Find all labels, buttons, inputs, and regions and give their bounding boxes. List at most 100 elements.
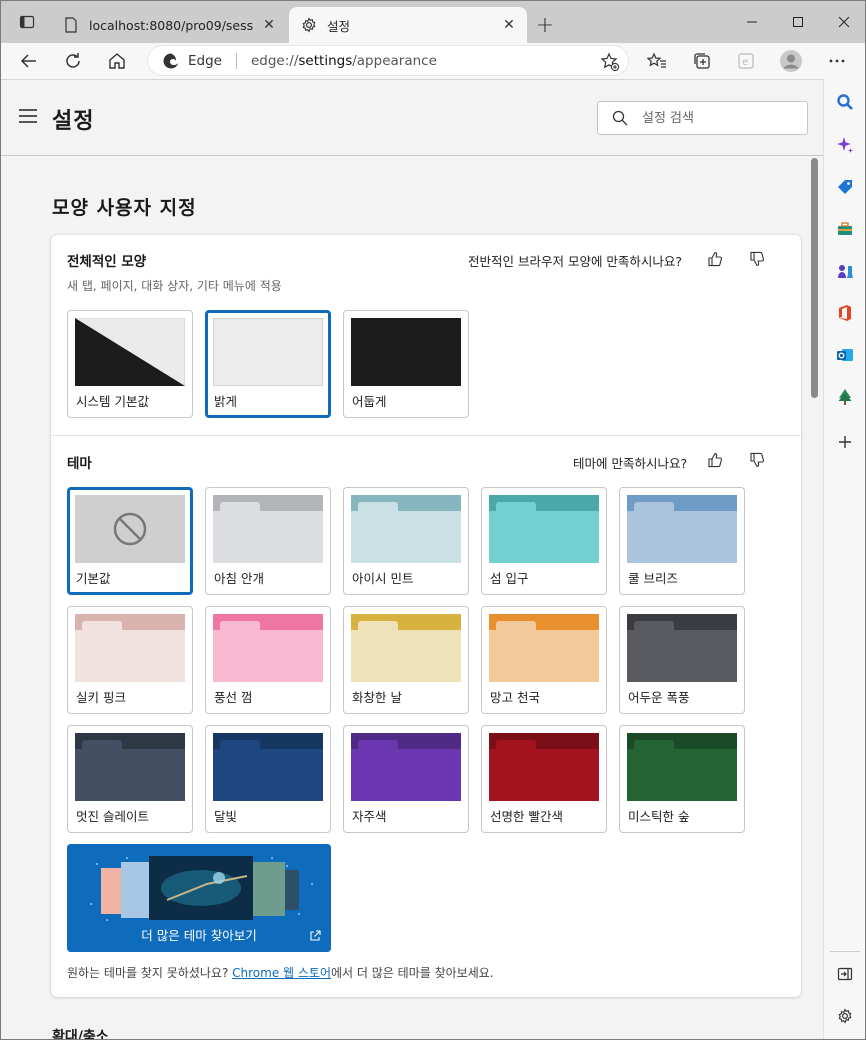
minimize-button[interactable] bbox=[729, 1, 775, 43]
appearance-option-label: 어둡게 bbox=[352, 394, 387, 409]
theme-option[interactable]: 화창한 날 bbox=[343, 606, 469, 714]
sidebar-search-button[interactable] bbox=[834, 91, 856, 113]
thumbs-down-button[interactable] bbox=[747, 450, 767, 470]
theme-option[interactable]: 아이시 민트 bbox=[343, 487, 469, 595]
light-preview bbox=[213, 318, 323, 386]
theme-option[interactable]: 풍선 껌 bbox=[205, 606, 331, 714]
theme-option[interactable]: 실키 핑크 bbox=[67, 606, 193, 714]
maximize-icon bbox=[793, 17, 803, 27]
theme-option-label: 풍선 껌 bbox=[214, 690, 253, 705]
sidebar-add-button[interactable] bbox=[834, 431, 856, 453]
theme-option[interactable]: 선명한 빨간색 bbox=[481, 725, 607, 833]
tab-actions-button[interactable] bbox=[9, 1, 45, 43]
more-themes-button[interactable]: 더 많은 테마 찾아보기 bbox=[67, 844, 331, 952]
settings-search[interactable] bbox=[597, 101, 808, 135]
theme-option-label: 멋진 슬레이트 bbox=[76, 809, 149, 824]
maximize-button[interactable] bbox=[775, 1, 821, 43]
navigation-toolbar: Edge edge://settings/appearance e bbox=[1, 43, 865, 79]
more-menu-button[interactable] bbox=[821, 45, 853, 77]
tab-localhost[interactable]: localhost:8080/pro09/sess ✕ bbox=[51, 7, 287, 43]
appearance-option-dark[interactable]: 어둡게 bbox=[343, 310, 469, 418]
outlook-icon bbox=[837, 349, 853, 361]
more-themes-label: 더 많은 테마 찾아보기 bbox=[141, 928, 257, 943]
theme-option[interactable]: 어두운 폭풍 bbox=[619, 606, 745, 714]
overall-appearance-subtitle: 새 탭, 페이지, 대화 상자, 기타 메뉴에 적용 bbox=[67, 279, 282, 293]
theme-option[interactable]: 아침 안개 bbox=[205, 487, 331, 595]
shopping-tag-icon bbox=[838, 180, 852, 194]
theme-preview bbox=[351, 614, 461, 682]
gear-icon bbox=[301, 17, 317, 33]
theme-preview bbox=[75, 495, 185, 563]
theme-preview bbox=[489, 733, 599, 801]
appearance-option-system[interactable]: 시스템 기본값 bbox=[67, 310, 193, 418]
theme-option[interactable]: 섬 입구 bbox=[481, 487, 607, 595]
hide-sidebar-icon bbox=[837, 967, 853, 981]
sidebar-tools-button[interactable] bbox=[834, 218, 856, 240]
tab-settings[interactable]: 설정 ✕ bbox=[289, 7, 527, 43]
refresh-button[interactable] bbox=[57, 45, 89, 77]
theme-preview bbox=[351, 733, 461, 801]
theme-option[interactable]: 망고 천국 bbox=[481, 606, 607, 714]
add-favorite-icon[interactable] bbox=[600, 52, 620, 72]
zoom-section-title: 확대/축소 bbox=[52, 1029, 109, 1040]
theme-option[interactable]: 자주색 bbox=[343, 725, 469, 833]
theme-folder-preview bbox=[213, 614, 323, 682]
appearance-option-label: 밝게 bbox=[214, 394, 238, 409]
theme-option[interactable]: 기본값 bbox=[67, 487, 193, 595]
theme-footer-text: 원하는 테마를 찾지 못하셨나요? Chrome 웹 스토어에서 더 많은 테마… bbox=[67, 966, 494, 980]
theme-option[interactable]: 쿨 브리즈 bbox=[619, 487, 745, 595]
close-window-button[interactable] bbox=[821, 1, 865, 43]
thumbs-down-button[interactable] bbox=[747, 249, 767, 269]
tab-close-button[interactable]: ✕ bbox=[261, 17, 277, 33]
theme-option-label: 달빛 bbox=[214, 809, 238, 824]
thumbs-up-icon bbox=[708, 251, 722, 267]
sidebar-office-button[interactable] bbox=[834, 302, 856, 324]
theme-option[interactable]: 달빛 bbox=[205, 725, 331, 833]
minimize-icon bbox=[747, 21, 757, 23]
browser-window: localhost:8080/pro09/sess ✕ 설정 ✕ + Edge … bbox=[0, 0, 866, 1040]
collections-icon bbox=[694, 53, 710, 69]
new-tab-button[interactable]: + bbox=[531, 11, 559, 39]
section-divider bbox=[51, 435, 801, 436]
theme-option-label: 자주색 bbox=[352, 809, 387, 824]
thumbs-up-button[interactable] bbox=[705, 450, 725, 470]
theme-folder-preview bbox=[351, 495, 461, 563]
page-icon bbox=[63, 17, 79, 33]
address-bar[interactable]: Edge edge://settings/appearance bbox=[147, 45, 629, 76]
home-button[interactable] bbox=[101, 45, 133, 77]
sidebar-settings-button[interactable] bbox=[834, 1005, 856, 1027]
external-link-icon bbox=[310, 930, 321, 941]
search-input[interactable] bbox=[642, 110, 782, 126]
sidebar-copilot-button[interactable] bbox=[834, 134, 856, 156]
overall-feedback-question: 전반적인 브라우저 모양에 만족하시나요? bbox=[468, 254, 683, 269]
chess-piece-icon bbox=[838, 265, 853, 278]
sidebar-games-button[interactable] bbox=[834, 260, 856, 282]
theme-folder-preview bbox=[213, 495, 323, 563]
theme-option[interactable]: 멋진 슬레이트 bbox=[67, 725, 193, 833]
theme-folder-preview bbox=[213, 733, 323, 801]
back-button[interactable] bbox=[13, 45, 45, 77]
sidebar-hide-button[interactable] bbox=[834, 963, 856, 985]
theme-option[interactable]: 미스틱한 숲 bbox=[619, 725, 745, 833]
sidebar-shopping-button[interactable] bbox=[834, 176, 856, 198]
thumbs-up-button[interactable] bbox=[705, 249, 725, 269]
sidebar-drop-button[interactable] bbox=[834, 386, 856, 408]
tab-close-button[interactable]: ✕ bbox=[501, 17, 517, 33]
theme-folder-preview bbox=[75, 614, 185, 682]
profile-button[interactable] bbox=[775, 45, 807, 77]
collections-button[interactable] bbox=[686, 45, 718, 77]
ie-mode-button[interactable]: e bbox=[730, 45, 762, 77]
appearance-option-light[interactable]: 밝게 bbox=[205, 310, 331, 418]
menu-hamburger-icon[interactable] bbox=[19, 109, 37, 123]
favorites-button[interactable] bbox=[641, 45, 673, 77]
scrollbar-thumb[interactable] bbox=[811, 158, 818, 398]
settings-header: 설정 bbox=[1, 80, 823, 156]
appearance-option-label: 시스템 기본값 bbox=[76, 394, 149, 409]
sidebar-outlook-button[interactable] bbox=[834, 344, 856, 366]
system-preview bbox=[75, 318, 185, 386]
chrome-web-store-link[interactable]: Chrome 웹 스토어 bbox=[232, 966, 331, 980]
favorites-icon bbox=[647, 52, 666, 68]
theme-preview bbox=[75, 614, 185, 682]
edge-brand-label: Edge bbox=[188, 52, 222, 69]
theme-title: 테마 bbox=[67, 456, 92, 472]
